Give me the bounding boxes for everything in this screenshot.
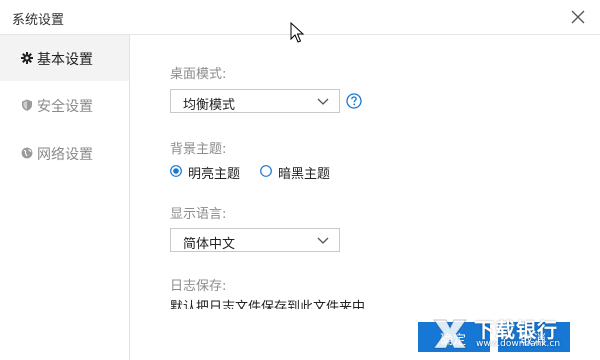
sidebar-item-network[interactable]: 网络设置 (0, 130, 129, 176)
theme-option-label: 明亮主题 (188, 167, 241, 182)
language-label: 显示语言: (170, 207, 227, 222)
desktop-mode-label: 桌面模式: (170, 67, 227, 82)
mouse-cursor-icon (290, 22, 304, 43)
window-title: 系统设置 (12, 13, 65, 28)
radio-checked-icon (170, 165, 182, 177)
sidebar-item-label: 安全设置 (37, 99, 93, 115)
gear-icon (21, 52, 33, 64)
chevron-down-icon (317, 237, 329, 244)
theme-label: 背景主题: (170, 142, 227, 157)
chevron-down-icon (317, 98, 329, 105)
theme-option-label: 暗黑主题 (278, 167, 331, 182)
globe-icon (21, 147, 33, 159)
sidebar-item-security[interactable]: 安全设置 (0, 82, 129, 128)
language-select[interactable]: 简体中文 (170, 228, 340, 252)
watermark-url: www.downbank.cn (476, 339, 561, 349)
shield-icon (22, 99, 32, 111)
watermark: 下载银行 www.downbank.cn (426, 312, 594, 356)
desktop-mode-value: 均衡模式 (183, 98, 236, 113)
theme-option-dark[interactable]: 暗黑主题 (260, 162, 350, 182)
desktop-mode-select[interactable]: 均衡模式 (170, 89, 340, 113)
sidebar-item-label: 网络设置 (37, 147, 93, 163)
theme-option-light[interactable]: 明亮主题 (170, 162, 250, 182)
log-path-text: 默认把日志文件保存到此文件夹中 (170, 300, 366, 315)
sidebar-item-basic[interactable]: 基本设置 (0, 35, 129, 81)
language-value: 简体中文 (183, 237, 236, 252)
close-icon[interactable] (570, 9, 586, 25)
sidebar-item-label: 基本设置 (37, 52, 93, 68)
radio-unchecked-icon (260, 165, 272, 177)
log-label: 日志保存: (170, 279, 227, 294)
help-icon[interactable] (346, 93, 362, 109)
watermark-logo-icon (433, 319, 467, 349)
sidebar: 基本设置 安全设置 网络设置 (0, 35, 130, 360)
